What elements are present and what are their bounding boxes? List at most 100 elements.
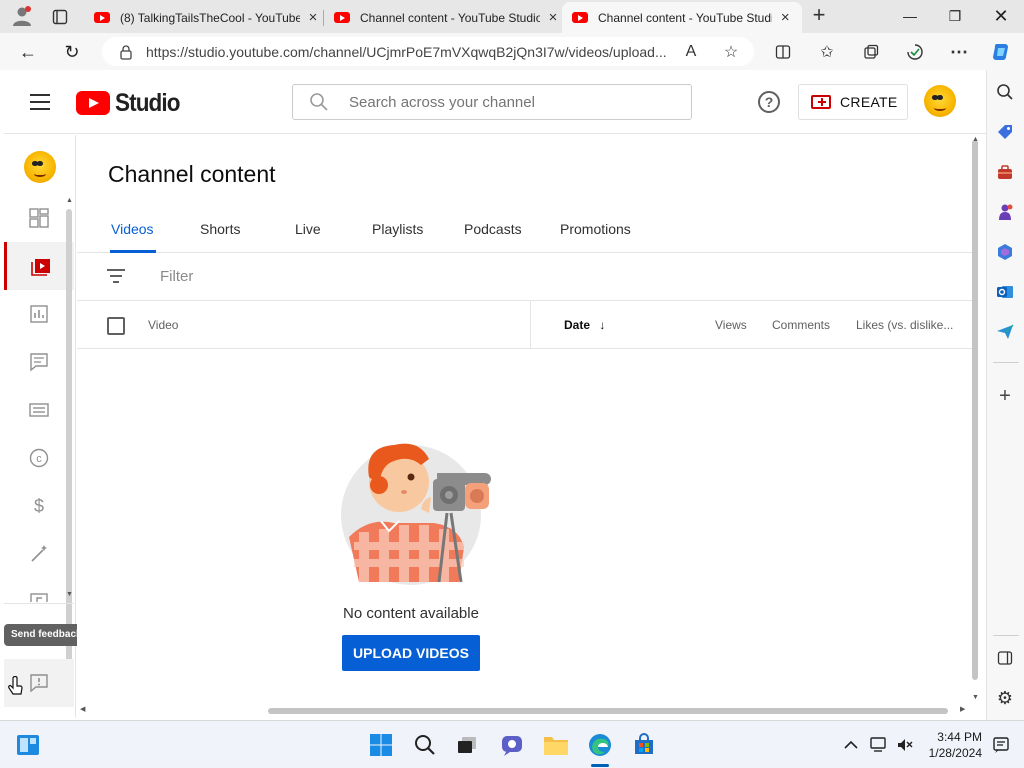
search-icon xyxy=(310,93,328,111)
nav-scroll-down-icon[interactable]: ▼ xyxy=(66,591,73,598)
show-hidden-icons-chevron-icon[interactable] xyxy=(838,732,864,758)
widgets-icon[interactable] xyxy=(15,732,41,758)
create-button[interactable]: CREATE xyxy=(798,84,908,120)
nav-customization[interactable] xyxy=(4,530,74,578)
favorite-star-icon[interactable]: ☆ xyxy=(720,41,742,63)
create-label: CREATE xyxy=(840,94,898,110)
minimize-button[interactable]: — xyxy=(895,4,925,28)
menu-icon[interactable] xyxy=(30,94,50,110)
upload-videos-button[interactable]: UPLOAD VIDEOS xyxy=(342,635,480,671)
nav-scroll-up-icon[interactable]: ▲ xyxy=(66,197,73,204)
microsoft-store-icon[interactable] xyxy=(631,732,657,758)
url-field[interactable]: https://studio.youtube.com/channel/UCjmr… xyxy=(102,37,754,66)
scroll-left-icon[interactable]: ◀ xyxy=(80,705,85,713)
column-views[interactable]: Views xyxy=(715,318,747,332)
sidebar-drop-icon[interactable] xyxy=(993,320,1017,344)
filter-icon[interactable] xyxy=(107,269,125,285)
customization-icon xyxy=(31,545,47,562)
nav-content[interactable] xyxy=(4,242,74,290)
scroll-right-icon[interactable]: ▶ xyxy=(960,705,965,713)
close-tab-icon[interactable]: × xyxy=(546,10,560,25)
nav-comments[interactable] xyxy=(4,338,74,386)
youtube-favicon-icon xyxy=(94,12,110,23)
main-vertical-scrollbar[interactable] xyxy=(972,140,978,680)
copyright-icon: c xyxy=(29,448,49,468)
sidebar-shopping-icon[interactable] xyxy=(993,120,1017,144)
task-view-icon[interactable] xyxy=(454,732,480,758)
collections-icon[interactable] xyxy=(860,41,882,63)
sidebar-divider xyxy=(993,635,1019,636)
main-scroll-down-icon[interactable]: ▼ xyxy=(972,694,979,701)
sidebar-tools-icon[interactable] xyxy=(993,160,1017,184)
nav-subtitles[interactable] xyxy=(4,386,74,434)
lock-icon[interactable] xyxy=(118,44,134,60)
channel-search-box[interactable] xyxy=(292,84,692,120)
channel-avatar[interactable] xyxy=(24,151,56,183)
browser-address-bar: ← ↻ https://studio.youtube.com/channel/U… xyxy=(0,33,1024,70)
browser-tab-2[interactable]: Channel content - YouTube Studio × xyxy=(324,2,570,33)
network-icon[interactable] xyxy=(866,732,892,758)
nav-audio-library[interactable] xyxy=(4,578,74,602)
tab-playlists[interactable]: Playlists xyxy=(372,221,423,237)
nav-analytics[interactable] xyxy=(4,290,74,338)
browser-tab-1[interactable]: (8) TalkingTailsTheCool - YouTube × xyxy=(84,2,330,33)
volume-muted-icon[interactable] xyxy=(892,732,918,758)
column-comments[interactable]: Comments xyxy=(772,318,830,332)
more-menu-icon[interactable]: ⋯ xyxy=(948,41,970,63)
start-windows-icon[interactable] xyxy=(368,732,394,758)
tab-videos[interactable]: Videos xyxy=(111,221,154,237)
file-explorer-icon[interactable] xyxy=(543,732,569,758)
account-avatar[interactable] xyxy=(924,85,956,117)
tab-promotions[interactable]: Promotions xyxy=(560,221,631,237)
nav-earn[interactable]: $ xyxy=(4,482,74,530)
profile-icon[interactable] xyxy=(8,4,36,28)
help-icon[interactable]: ? xyxy=(758,91,780,113)
sidebar-microsoft365-icon[interactable] xyxy=(993,240,1017,264)
nav-dashboard[interactable] xyxy=(4,194,74,242)
sidebar-games-icon[interactable] xyxy=(993,200,1017,224)
new-tab-button[interactable]: + xyxy=(808,4,830,27)
refresh-button[interactable]: ↻ xyxy=(61,41,83,63)
select-all-checkbox[interactable] xyxy=(107,317,125,335)
channel-content-main: Channel content Videos Shorts Live Playl… xyxy=(77,135,972,718)
analytics-icon xyxy=(30,305,48,323)
system-clock[interactable]: 3:44 PM 1/28/2024 xyxy=(920,729,982,761)
notifications-icon[interactable] xyxy=(988,732,1014,758)
main-horizontal-scrollbar[interactable] xyxy=(268,708,948,714)
column-date[interactable]: Date ↓ xyxy=(564,318,605,332)
column-likes[interactable]: Likes (vs. dislike... xyxy=(856,318,953,332)
close-window-button[interactable]: ✕ xyxy=(986,4,1016,28)
filter-placeholder[interactable]: Filter xyxy=(160,268,193,285)
favorites-icon[interactable]: ✩ xyxy=(816,41,838,63)
filter-bar[interactable]: Filter xyxy=(77,253,972,301)
taskbar-search-icon[interactable] xyxy=(412,732,438,758)
restore-button[interactable]: ❐ xyxy=(940,4,970,28)
main-scroll-up-icon[interactable]: ▲ xyxy=(972,136,979,143)
copilot-icon[interactable] xyxy=(990,41,1012,63)
tab-podcasts[interactable]: Podcasts xyxy=(464,221,522,237)
sidebar-hide-icon[interactable] xyxy=(993,646,1017,670)
close-tab-icon[interactable]: × xyxy=(778,10,792,25)
no-content-text: No content available xyxy=(343,605,479,622)
svg-text:c: c xyxy=(36,453,42,465)
split-screen-icon[interactable] xyxy=(772,41,794,63)
svg-text:$: $ xyxy=(34,496,44,516)
tab-live[interactable]: Live xyxy=(295,221,321,237)
chat-icon[interactable] xyxy=(499,732,525,758)
browser-essentials-icon[interactable] xyxy=(904,41,926,63)
tab-actions-icon[interactable] xyxy=(48,6,72,28)
nav-copyright[interactable]: c xyxy=(4,434,74,482)
browser-tab-3[interactable]: Channel content - YouTube Studio × xyxy=(562,2,802,33)
sidebar-settings-gear-icon[interactable]: ⚙ xyxy=(993,686,1017,710)
studio-logo[interactable]: Studio xyxy=(76,89,187,117)
tab-shorts[interactable]: Shorts xyxy=(200,221,240,237)
sidebar-add-icon[interactable]: + xyxy=(993,384,1017,408)
close-tab-icon[interactable]: × xyxy=(306,10,320,25)
back-button[interactable]: ← xyxy=(17,41,39,63)
clock-date: 1/28/2024 xyxy=(928,746,982,760)
read-aloud-icon[interactable]: A xyxy=(680,41,702,63)
sidebar-outlook-icon[interactable] xyxy=(993,280,1017,304)
edge-browser-icon[interactable] xyxy=(587,732,613,758)
sidebar-search-icon[interactable] xyxy=(993,80,1017,104)
search-input[interactable] xyxy=(349,93,649,111)
